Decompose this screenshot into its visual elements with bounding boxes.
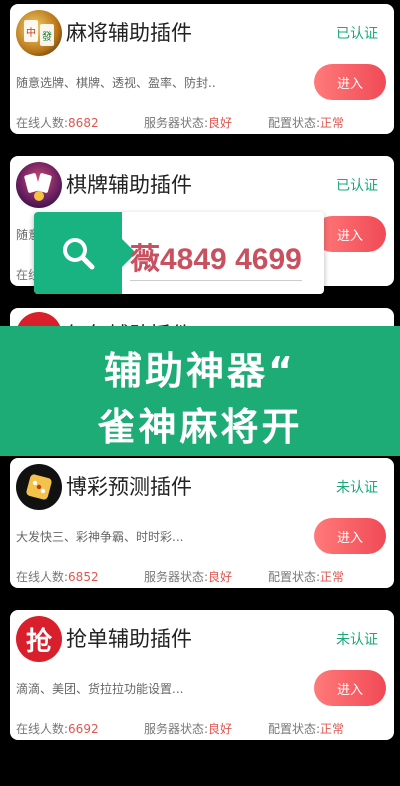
- certification-status: 已认证: [336, 26, 378, 42]
- plugin-card-mahjong: 中 發 麻将辅助插件 已认证 随意选牌、棋牌、透视、盈率、防封.. 进入 在线人…: [10, 4, 394, 134]
- config-label: 配置状态:: [268, 570, 321, 584]
- certification-status: 未认证: [336, 480, 378, 496]
- config-label: 配置状态:: [268, 116, 321, 130]
- card-title: 抢单辅助插件: [66, 627, 192, 651]
- enter-button[interactable]: 进入: [314, 670, 386, 706]
- mahjong-logo-icon: 中 發: [16, 10, 62, 56]
- certification-status: 已认证: [336, 178, 378, 194]
- config-value: 正常: [320, 722, 345, 736]
- card-title: 麻将辅助插件: [66, 21, 192, 45]
- banner-line-2: 雀神麻将开: [97, 405, 303, 449]
- card-title: 博彩预测插件: [66, 475, 192, 499]
- online-value: 6852: [68, 570, 99, 584]
- enter-button[interactable]: 进入: [314, 216, 386, 252]
- online-label: 在线人数:: [16, 116, 69, 130]
- server-value: 良好: [208, 116, 233, 130]
- search-tag: [34, 212, 136, 294]
- dice-logo-icon: [16, 464, 62, 510]
- certification-status: 未认证: [336, 632, 378, 648]
- plugin-card-lottery: 博彩预测插件 未认证 大发快三、彩神争霸、时时彩... 进入 在线人数:6852…: [10, 458, 394, 588]
- server-value: 良好: [208, 570, 233, 584]
- config-value: 正常: [320, 570, 345, 584]
- banner-line-1: 辅助神器“: [104, 349, 296, 393]
- server-label: 服务器状态:: [144, 116, 209, 130]
- grab-logo-char: 抢: [25, 626, 52, 657]
- online-label: 在线人数:: [16, 722, 69, 736]
- online-value: 8682: [68, 116, 99, 130]
- grab-logo-icon: 抢: [16, 616, 62, 662]
- search-icon: [63, 238, 95, 270]
- config-value: 正常: [320, 116, 345, 130]
- enter-button[interactable]: 进入: [314, 64, 386, 100]
- config-label: 配置状态:: [268, 722, 321, 736]
- wechat-id-overlay: 薇4849 4699: [34, 212, 324, 294]
- enter-button[interactable]: 进入: [314, 518, 386, 554]
- promo-banner: 辅助神器“ 雀神麻将开: [0, 326, 400, 456]
- svg-text:中: 中: [26, 26, 36, 39]
- online-label: 在线人数:: [16, 570, 69, 584]
- plugin-card-grab-order: 抢 抢单辅助插件 未认证 滴滴、美团、货拉拉功能设置... 进入 在线人数:66…: [10, 610, 394, 740]
- poker-logo-icon: [16, 162, 62, 208]
- divider: [130, 280, 302, 281]
- card-title: 棋牌辅助插件: [66, 173, 192, 197]
- online-value: 6692: [68, 722, 99, 736]
- server-label: 服务器状态:: [144, 570, 209, 584]
- svg-text:發: 發: [42, 30, 52, 43]
- card-description: 滴滴、美团、货拉拉功能设置...: [16, 682, 184, 696]
- card-description: 大发快三、彩神争霸、时时彩...: [16, 530, 184, 544]
- card-description: 随意选牌、棋牌、透视、盈率、防封..: [16, 76, 216, 90]
- server-value: 良好: [208, 722, 233, 736]
- server-label: 服务器状态:: [144, 722, 209, 736]
- wechat-id-text: 薇4849 4699: [130, 243, 302, 276]
